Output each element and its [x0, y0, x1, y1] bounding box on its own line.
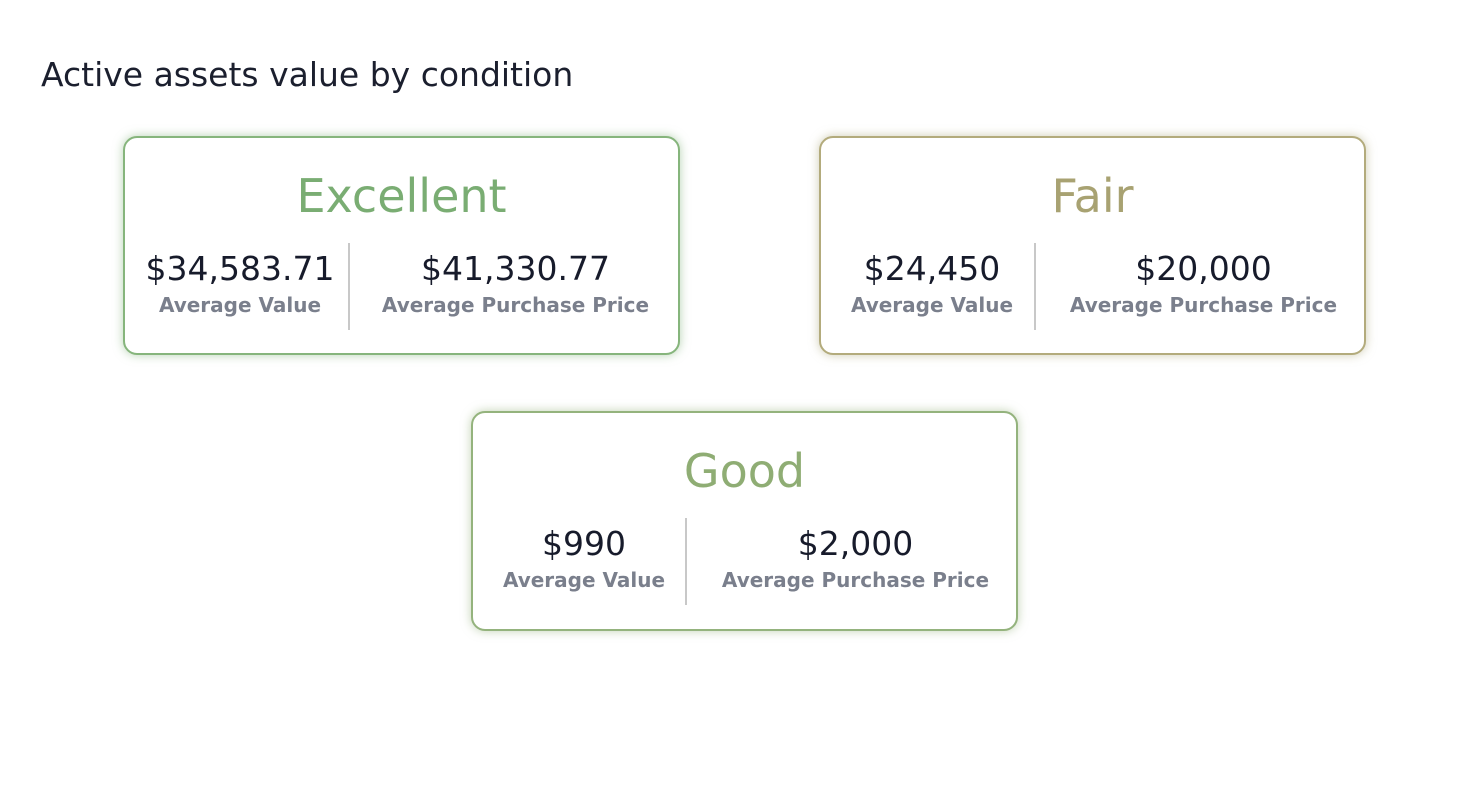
average-purchase-price-label: Average Purchase Price	[1069, 293, 1338, 317]
average-purchase-price-stat: $41,330.77 Average Purchase Price	[353, 248, 678, 318]
stat-divider	[685, 518, 687, 605]
average-purchase-price: $2,000	[797, 524, 914, 563]
condition-card-good: Good $990 Average Value $2,000 Average P…	[471, 411, 1018, 631]
condition-title: Good	[683, 444, 806, 498]
average-purchase-price-stat: $20,000 Average Purchase Price	[1041, 248, 1366, 318]
condition-card-fair: Fair $24,450 Average Value $20,000 Avera…	[819, 136, 1366, 355]
average-value-stat: $24,450 Average Value	[833, 248, 1031, 318]
average-value-label: Average Value	[850, 293, 1014, 317]
average-value: $990	[542, 524, 626, 563]
condition-title: Fair	[1051, 169, 1134, 223]
average-value: $24,450	[863, 249, 1001, 288]
average-purchase-price: $20,000	[1135, 249, 1272, 288]
average-purchase-price-label: Average Purchase Price	[721, 568, 990, 592]
average-value-stat: $34,583.71 Average Value	[135, 248, 345, 318]
average-purchase-price-label: Average Purchase Price	[381, 293, 650, 317]
condition-card-excellent: Excellent $34,583.71 Average Value $41,3…	[123, 136, 680, 355]
average-value-label: Average Value	[502, 568, 666, 592]
stat-divider	[348, 243, 350, 330]
average-purchase-price-stat: $2,000 Average Purchase Price	[693, 523, 1018, 593]
average-value-label: Average Value	[158, 293, 322, 317]
condition-title: Excellent	[296, 169, 507, 223]
stat-divider	[1034, 243, 1036, 330]
page-title: Active assets value by condition	[41, 55, 574, 94]
average-purchase-price: $41,330.77	[421, 249, 610, 288]
average-value-stat: $990 Average Value	[485, 523, 683, 593]
average-value: $34,583.71	[145, 249, 335, 288]
